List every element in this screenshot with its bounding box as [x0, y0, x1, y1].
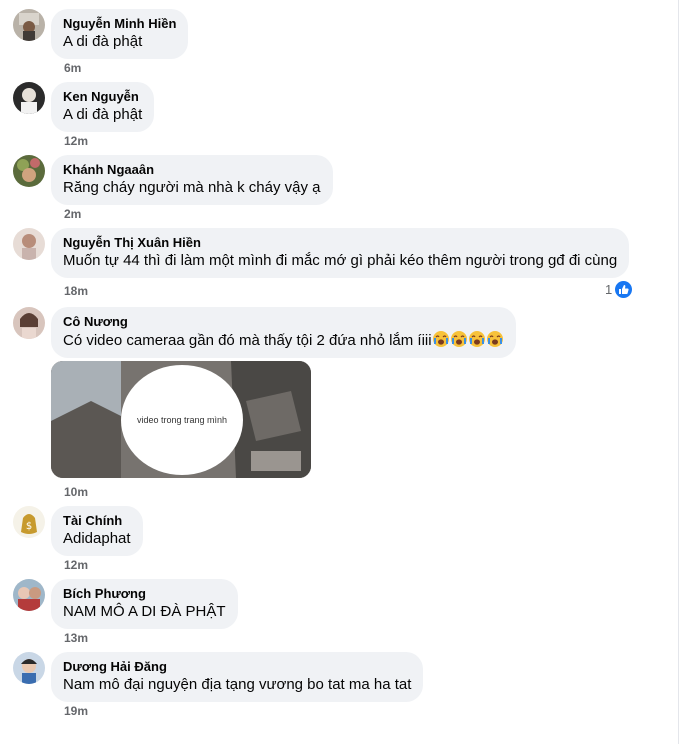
comment-time[interactable]: 2m — [64, 207, 81, 221]
comment-time[interactable]: 10m — [64, 485, 88, 499]
comment-author[interactable]: Tài Chính — [63, 512, 131, 529]
avatar[interactable] — [13, 9, 45, 41]
comment-bubble: Nguyễn Minh Hiền A di đà phật — [51, 9, 189, 59]
comment-text: Nam mô đại nguyện địa tạng vương bo tat … — [63, 676, 412, 693]
comment-attachment-image[interactable]: video trong trang mình — [51, 361, 311, 478]
like-icon — [615, 281, 633, 298]
avatar[interactable] — [13, 228, 45, 260]
comment-text: A di đà phật — [63, 33, 143, 50]
comment-bubble: Cô Nương Có video cameraa gần đó mà thấy… — [51, 307, 516, 358]
svg-text:$: $ — [26, 521, 32, 532]
comment-time[interactable]: 13m — [64, 631, 88, 645]
avatar[interactable]: $ — [13, 506, 45, 538]
comment-author[interactable]: Cô Nương — [63, 313, 504, 330]
comment-text-content: Có video cameraa gần đó mà thấy tội 2 đứ… — [63, 332, 432, 349]
comment-author[interactable]: Khánh Ngaaân — [63, 161, 321, 178]
comment-time[interactable]: 19m — [64, 704, 88, 718]
avatar[interactable] — [13, 155, 45, 187]
comment-author[interactable]: Ken Nguyễn — [63, 88, 142, 105]
avatar[interactable] — [13, 82, 45, 114]
comment-bubble: Bích Phương NAM MÔ A DI ĐÀ PHẬT — [51, 579, 238, 629]
comment-time[interactable]: 18m — [64, 284, 88, 298]
comment-text: Adidaphat — [63, 530, 131, 547]
avatar[interactable] — [13, 579, 45, 611]
comment-bubble: Tài Chính Adidaphat — [51, 506, 143, 556]
reaction-count-value: 1 — [605, 282, 613, 297]
comment-author[interactable]: Dương Hải Đăng — [63, 658, 411, 675]
comment-author[interactable]: Bích Phương — [63, 585, 226, 602]
comment-text: Muốn tự 44 thì đi làm một mình đi mắc mớ… — [63, 252, 618, 269]
avatar[interactable] — [13, 652, 45, 684]
video-thumbnail-overlay: video trong trang mình — [121, 365, 243, 475]
comment-text: Răng cháy người mà nhà k cháy vậy ạ — [63, 179, 321, 196]
comment-time[interactable]: 6m — [64, 61, 81, 75]
comment-bubble: Ken Nguyễn A di đà phật — [51, 82, 155, 132]
comment-author[interactable]: Nguyễn Thị Xuân Hiền — [63, 234, 617, 251]
comment-bubble: Khánh Ngaaân Răng cháy người mà nhà k ch… — [51, 155, 333, 205]
panel-divider — [678, 0, 679, 744]
comment-text: A di đà phật — [63, 106, 143, 123]
comment-time[interactable]: 12m — [64, 558, 88, 572]
comment-bubble: Dương Hải Đăng Nam mô đại nguyện địa tạn… — [51, 652, 424, 702]
comment-bubble: Nguyễn Thị Xuân Hiền Muốn tự 44 thì đi l… — [51, 228, 630, 278]
crying-emoji-icon — [432, 331, 504, 349]
comment-author[interactable]: Nguyễn Minh Hiền — [63, 15, 176, 32]
comment-text: Có video cameraa gần đó mà thấy tội 2 đứ… — [63, 330, 504, 351]
comment-text: NAM MÔ A DI ĐÀ PHẬT — [63, 603, 226, 620]
reaction-count[interactable]: 1 — [605, 281, 633, 298]
avatar[interactable] — [13, 307, 45, 339]
media-caption: video trong trang mình — [136, 415, 228, 425]
comment-time[interactable]: 12m — [64, 134, 88, 148]
